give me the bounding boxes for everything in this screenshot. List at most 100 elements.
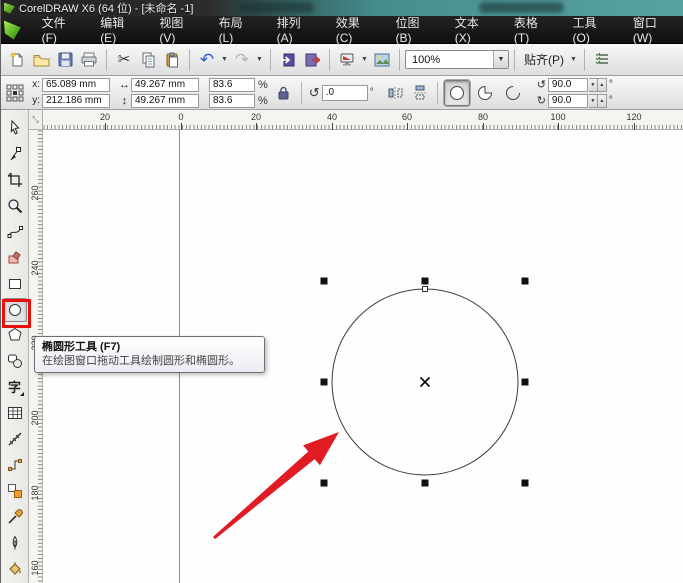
- connector-tool[interactable]: [3, 453, 27, 477]
- printer-icon: [81, 52, 97, 67]
- window-title: CorelDRAW X6 (64 位) - [未命名 -1]: [19, 3, 194, 15]
- selection-handle-bottom-left[interactable]: [320, 479, 328, 487]
- selection-handle-top-right[interactable]: [521, 277, 529, 285]
- selection-handle-bottom-right[interactable]: [521, 479, 529, 487]
- snap-to-dropdown[interactable]: ▼: [568, 49, 579, 71]
- horizontal-ruler[interactable]: 20 0 20 40 60 80 100 120: [43, 110, 683, 130]
- paste-button[interactable]: [160, 48, 184, 72]
- object-height-input[interactable]: [131, 93, 199, 108]
- tooltip-title: 椭圆形工具 (F7): [42, 341, 121, 353]
- redo-button[interactable]: ↷: [230, 48, 254, 72]
- zoom-tool[interactable]: [3, 194, 27, 218]
- tooltip-body: 在绘图窗口拖动工具绘制圆形和椭圆形。: [42, 355, 240, 367]
- blend-icon: [7, 483, 23, 499]
- cut-button[interactable]: ✂: [112, 48, 136, 72]
- scale-width-input[interactable]: [209, 77, 255, 92]
- ellipse-node[interactable]: [422, 286, 428, 292]
- object-center-marker[interactable]: [419, 376, 431, 388]
- text-tool[interactable]: 字: [3, 375, 27, 399]
- separator: [270, 48, 271, 71]
- padlock-icon: [278, 86, 289, 99]
- outline-pen-tool[interactable]: [3, 531, 27, 555]
- rotation-angle-input[interactable]: [321, 84, 368, 101]
- pie-mode-button[interactable]: [472, 80, 498, 106]
- object-y-input[interactable]: [42, 93, 110, 108]
- copy-icon: [142, 52, 154, 67]
- hruler-label: 120: [619, 112, 649, 130]
- selection-handle-bottom-center[interactable]: [421, 479, 429, 487]
- application-launcher-button[interactable]: [335, 48, 359, 72]
- coreldraw-logo-icon[interactable]: [4, 20, 21, 40]
- smart-fill-icon: [7, 250, 23, 266]
- degree-symbol: °: [608, 95, 613, 106]
- object-height-icon: ↕: [121, 94, 128, 107]
- end-angle-spinner[interactable]: ▼ ▲: [588, 93, 607, 108]
- zoom-level-value: 100%: [412, 53, 441, 66]
- snap-to-label[interactable]: 贴齐(P): [520, 51, 568, 68]
- ellipse-mode-button[interactable]: [443, 79, 470, 106]
- crop-icon: [7, 172, 23, 188]
- object-width-input[interactable]: [131, 77, 199, 92]
- open-button[interactable]: [29, 48, 53, 72]
- mirror-horizontal-button[interactable]: [384, 81, 408, 105]
- connector-icon: [7, 457, 23, 473]
- start-angle-input[interactable]: [547, 77, 588, 92]
- import-button[interactable]: [276, 48, 300, 72]
- undo-dropdown[interactable]: ▼: [219, 49, 230, 71]
- degree-symbol: °: [369, 87, 374, 98]
- selection-handle-mid-right[interactable]: [521, 378, 529, 386]
- save-button[interactable]: [53, 48, 77, 72]
- zoom-level-combo[interactable]: 100% ▼: [405, 50, 509, 69]
- shape-tool[interactable]: [3, 142, 27, 166]
- undo-arrow-icon: ↶: [199, 50, 215, 69]
- export-icon: [305, 53, 320, 66]
- basic-shapes-tool[interactable]: [3, 349, 27, 373]
- rectangle-tool[interactable]: [3, 272, 27, 296]
- ruler-origin-corner[interactable]: ⤡: [29, 110, 43, 130]
- hruler-label: 100: [543, 112, 573, 130]
- dimension-tool[interactable]: [3, 427, 27, 451]
- end-angle-input[interactable]: [547, 93, 588, 108]
- mirror-vertical-button[interactable]: [408, 81, 432, 105]
- start-angle-spinner[interactable]: ▼ ▲: [588, 77, 607, 92]
- selection-handle-mid-left[interactable]: [320, 378, 328, 386]
- undo-button[interactable]: ↶: [195, 48, 219, 72]
- pick-tool[interactable]: [3, 116, 27, 140]
- welcome-screen-icon: [374, 53, 390, 66]
- pie-shape-icon: [477, 85, 492, 100]
- scale-height-input[interactable]: [209, 93, 255, 108]
- fill-tool[interactable]: [3, 557, 27, 581]
- table-tool[interactable]: [3, 401, 27, 425]
- rotation-icon: ↺: [308, 84, 320, 100]
- object-position-button[interactable]: [3, 81, 27, 105]
- selection-handle-top-center[interactable]: [421, 277, 429, 285]
- options-button[interactable]: [590, 48, 614, 72]
- crop-tool[interactable]: [3, 168, 27, 192]
- arc-mode-button[interactable]: [500, 80, 526, 106]
- export-button[interactable]: [300, 48, 324, 72]
- object-x-input[interactable]: [42, 77, 110, 92]
- welcome-screen-button[interactable]: [370, 48, 394, 72]
- pen-nib-icon: [7, 535, 23, 551]
- ellipse-shape-icon: [449, 85, 464, 100]
- mirror-horizontal-icon: [388, 86, 403, 99]
- blur-smudge: [479, 2, 564, 13]
- eyedropper-tool[interactable]: [3, 505, 27, 529]
- new-document-button[interactable]: [5, 48, 29, 72]
- copy-button[interactable]: [136, 48, 160, 72]
- selection-handle-top-left[interactable]: [320, 277, 328, 285]
- freehand-tool[interactable]: [3, 220, 27, 244]
- blend-tool[interactable]: [3, 479, 27, 503]
- smart-fill-tool[interactable]: [3, 246, 27, 270]
- print-button[interactable]: [77, 48, 101, 72]
- vruler-label: 160: [30, 560, 40, 576]
- redo-dropdown[interactable]: ▼: [254, 49, 265, 71]
- scale-fields: % %: [209, 77, 268, 108]
- launcher-dropdown[interactable]: ▼: [359, 49, 370, 71]
- hruler-label: 0: [166, 112, 196, 130]
- object-position-icon: [6, 84, 24, 101]
- zoom-combo-dropdown[interactable]: ▼: [493, 51, 508, 68]
- percent-symbol: %: [258, 78, 268, 91]
- lock-ratio-button[interactable]: [272, 81, 296, 105]
- separator: [106, 48, 107, 71]
